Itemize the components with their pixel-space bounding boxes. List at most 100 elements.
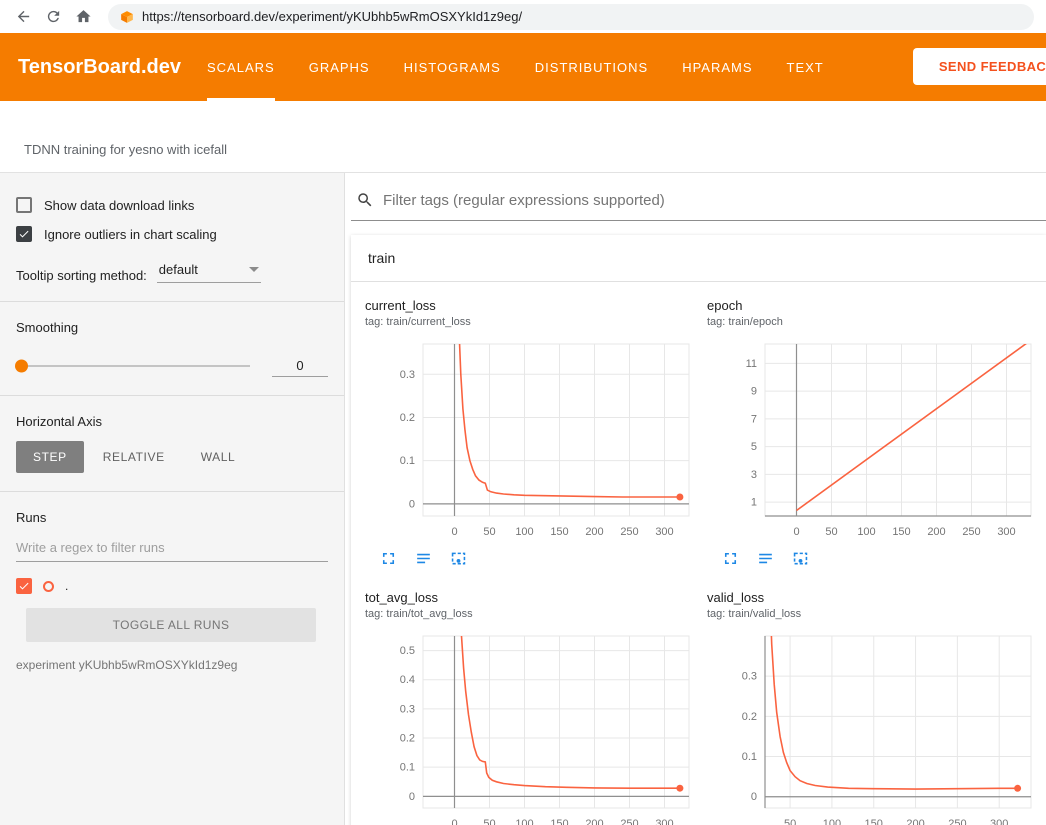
- experiment-title: TDNN training for yesno with icefall: [24, 142, 227, 157]
- chevron-down-icon: [249, 267, 259, 272]
- url-bar[interactable]: https://tensorboard.dev/experiment/yKUbh…: [108, 4, 1034, 30]
- fullscreen-icon[interactable]: [379, 549, 398, 568]
- svg-text:250: 250: [620, 818, 638, 825]
- horizontal-axis-toggle: STEP RELATIVE WALL: [16, 441, 328, 473]
- search-icon: [356, 191, 374, 209]
- svg-text:0.3: 0.3: [400, 369, 415, 381]
- ignore-outliers-checkbox[interactable]: [16, 226, 32, 242]
- tooltip-sorting-label: Tooltip sorting method:: [16, 268, 147, 283]
- svg-text:250: 250: [620, 526, 638, 538]
- svg-text:0.2: 0.2: [400, 733, 415, 745]
- tab-scalars[interactable]: SCALARS: [207, 33, 275, 101]
- experiment-subheader: TDNN training for yesno with icefall: [0, 101, 1046, 173]
- chart-tag: tag: train/tot_avg_loss: [365, 608, 700, 620]
- ignore-outliers-label: Ignore outliers in chart scaling: [44, 227, 217, 242]
- home-icon[interactable]: [70, 4, 96, 30]
- smoothing-slider-thumb[interactable]: [15, 360, 28, 373]
- chart-grid: current_losstag: train/current_loss05010…: [351, 282, 1046, 825]
- smoothing-value-input[interactable]: [272, 355, 328, 377]
- toggle-all-runs-button[interactable]: TOGGLE ALL RUNS: [26, 608, 316, 642]
- view-data-icon[interactable]: [414, 549, 433, 568]
- svg-text:0: 0: [409, 498, 415, 510]
- svg-text:0: 0: [793, 526, 799, 538]
- send-feedback-button[interactable]: SEND FEEDBACK: [913, 48, 1046, 85]
- tab-graphs[interactable]: GRAPHS: [309, 33, 370, 101]
- fit-domain-icon[interactable]: [449, 549, 468, 568]
- tab-histograms[interactable]: HISTOGRAMS: [404, 33, 501, 101]
- chart-card: current_loss tag: train/current_loss 0 50 10…: [365, 298, 700, 568]
- svg-text:1: 1: [751, 497, 757, 509]
- tooltip-sorting-dropdown[interactable]: default: [157, 262, 261, 283]
- divider: [0, 395, 344, 396]
- svg-text:5: 5: [751, 441, 757, 453]
- fullscreen-icon[interactable]: [721, 549, 740, 568]
- chart-title: current_loss: [365, 298, 700, 313]
- svg-text:200: 200: [906, 818, 924, 825]
- svg-text:0.2: 0.2: [400, 412, 415, 424]
- svg-text:0: 0: [409, 791, 415, 803]
- axis-wall-button[interactable]: WALL: [184, 441, 253, 473]
- svg-text:7: 7: [751, 413, 757, 425]
- scalar-chart[interactable]: 05010015020025030000.10.20.30.40.5: [365, 628, 697, 825]
- svg-text:200: 200: [585, 818, 603, 825]
- divider: [0, 491, 344, 492]
- run-checkbox[interactable]: [16, 578, 32, 594]
- tag-group-header[interactable]: train: [351, 235, 1046, 282]
- tooltip-sorting-value: default: [159, 262, 198, 277]
- svg-text:3: 3: [751, 469, 757, 481]
- app-title: TensorBoard.dev: [0, 33, 207, 101]
- scalar-chart[interactable]: 5010015020025030000.10.20.3: [707, 628, 1039, 825]
- run-row: .: [16, 578, 328, 594]
- tag-group-card: train current_loss tag: train/current_los…: [351, 235, 1046, 825]
- svg-text:300: 300: [655, 818, 673, 825]
- smoothing-label: Smoothing: [16, 320, 328, 335]
- svg-text:250: 250: [962, 526, 980, 538]
- tag-filter-row: [351, 189, 1046, 221]
- scalar-chart[interactable]: 0501001502002503001357911: [707, 336, 1039, 542]
- chart-title: tot_avg_loss: [365, 590, 700, 605]
- svg-text:0.1: 0.1: [400, 762, 415, 774]
- horizontal-axis-label: Horizontal Axis: [16, 414, 328, 429]
- axis-relative-button[interactable]: RELATIVE: [86, 441, 182, 473]
- app-header: TensorBoard.dev SCALARS GRAPHS HISTOGRAM…: [0, 33, 1046, 101]
- show-download-label: Show data download links: [44, 198, 194, 213]
- svg-text:0.3: 0.3: [742, 671, 757, 683]
- smoothing-slider[interactable]: [18, 365, 250, 367]
- tab-hparams[interactable]: HPARAMS: [682, 33, 752, 101]
- show-download-checkbox[interactable]: [16, 197, 32, 213]
- svg-text:50: 50: [483, 818, 495, 825]
- scalars-dashboard: train current_loss tag: train/current_los…: [345, 173, 1046, 825]
- svg-text:0.1: 0.1: [400, 455, 415, 467]
- view-data-icon[interactable]: [756, 549, 775, 568]
- back-icon[interactable]: [10, 4, 36, 30]
- svg-text:0.5: 0.5: [400, 645, 415, 657]
- svg-text:50: 50: [483, 526, 495, 538]
- header-nav: SCALARS GRAPHS HISTOGRAMS DISTRIBUTIONS …: [207, 33, 824, 101]
- tab-distributions[interactable]: DISTRIBUTIONS: [535, 33, 648, 101]
- runs-filter-input[interactable]: [16, 533, 328, 562]
- svg-text:250: 250: [948, 818, 966, 825]
- axis-step-button[interactable]: STEP: [16, 441, 84, 473]
- svg-text:50: 50: [784, 818, 796, 825]
- svg-text:0.3: 0.3: [400, 703, 415, 715]
- chart-tag: tag: train/current_loss: [365, 316, 700, 328]
- svg-text:100: 100: [515, 526, 533, 538]
- runs-label: Runs: [16, 510, 328, 525]
- run-color-swatch: [43, 581, 54, 592]
- svg-text:100: 100: [857, 526, 875, 538]
- chart-title: valid_loss: [707, 590, 1042, 605]
- tensorboard-favicon-icon: [120, 10, 134, 24]
- tab-text[interactable]: TEXT: [787, 33, 824, 101]
- svg-text:0: 0: [451, 526, 457, 538]
- chart-card: tot_avg_losstag: train/tot_avg_loss05010…: [365, 590, 700, 825]
- experiment-id-label: experiment yKUbhb5wRmOSXYkId1z9eg: [16, 658, 328, 672]
- svg-text:150: 150: [550, 818, 568, 825]
- scalar-chart[interactable]: 05010015020025030000.10.20.3: [365, 336, 697, 542]
- divider: [0, 301, 344, 302]
- chart-tag: tag: train/epoch: [707, 316, 1042, 328]
- chart-card: valid_losstag: train/valid_loss501001502…: [707, 590, 1042, 825]
- svg-text:0.1: 0.1: [742, 751, 757, 763]
- tag-filter-input[interactable]: [383, 192, 1046, 209]
- fit-domain-icon[interactable]: [791, 549, 810, 568]
- reload-icon[interactable]: [40, 4, 66, 30]
